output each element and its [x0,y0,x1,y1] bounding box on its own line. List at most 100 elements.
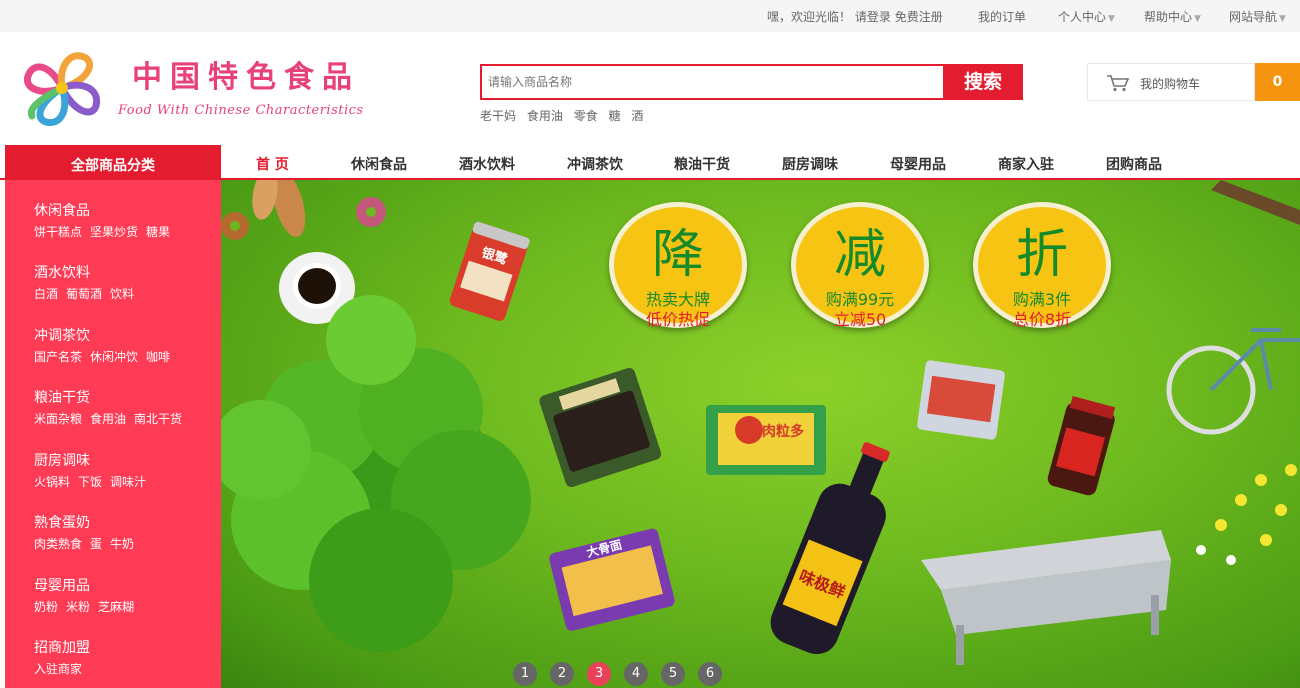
register-link[interactable]: 免费注册 [895,10,943,24]
hot-word[interactable]: 酒 [631,109,643,123]
mushroom-bag-icon [539,367,662,488]
search-button[interactable]: 搜索 [943,64,1023,100]
category-title[interactable]: 休闲食品 [34,200,214,220]
subcategory-link[interactable]: 葡萄酒 [66,287,102,301]
logo-title-cn: 中国特色食品 [132,60,360,95]
category-title[interactable]: 母婴用品 [34,575,214,595]
category-item: 厨房调味 火锅料 下饭 调味汁 [34,450,214,490]
my-orders-label: 我的订单 [978,10,1027,24]
subcategory-link[interactable]: 奶粉 [34,600,58,614]
subcategory-link[interactable]: 糖果 [146,225,170,239]
welcome-text: 嘿，欢迎光临！ [767,10,852,24]
subcategory-link[interactable]: 米粉 [66,600,90,614]
subcategory-link[interactable]: 咖啡 [146,350,170,364]
category-item: 冲调茶饮 国产名茶 休闲冲饮 咖啡 [34,325,214,365]
subcategory-link[interactable]: 芝麻糊 [98,600,134,614]
promo-badge-off[interactable]: 折 购满3件 总价8折 [973,202,1111,329]
subcategory-link[interactable]: 白酒 [34,287,58,301]
subcategory-link[interactable]: 国产名茶 [34,350,82,364]
nav-item-baby[interactable]: 母婴用品 [890,154,946,174]
hot-word[interactable]: 老干妈 [480,109,516,123]
hot-word[interactable]: 食用油 [527,109,563,123]
category-item: 粮油干货 米面杂粮 食用油 南北干货 [34,387,214,427]
flower-logo-icon[interactable] [22,46,102,130]
mint-plant-icon [221,295,531,652]
category-title[interactable]: 冲调茶饮 [34,325,214,345]
category-title[interactable]: 粮油干货 [34,387,214,407]
hot-words: 老干妈 食用油 零食 糖 酒 [480,107,650,124]
caret-down-icon: ▼ [1108,14,1115,24]
promo-line2: 低价热促 [645,310,710,329]
login-link[interactable]: 请登录 [855,10,891,24]
promo-badge-reduce[interactable]: 减 购满99元 立减50 [791,202,929,329]
cart-label: 我的购物车 [1140,77,1201,91]
logo-title-en: Food With Chinese Characteristics [118,103,364,118]
subcategory-link[interactable]: 牛奶 [110,537,134,551]
cart-count-badge[interactable]: 0 [1255,63,1300,101]
promo-line2: 总价8折 [1012,310,1072,329]
user-center-label: 个人中心 [1058,10,1107,24]
slide-dot-6[interactable]: 6 [698,662,722,686]
slide-dot-4[interactable]: 4 [624,662,648,686]
subcategory-link[interactable]: 休闲冲饮 [90,350,138,364]
category-item: 招商加盟 入驻商家 [34,637,214,677]
nav-item-tea[interactable]: 冲调茶饮 [567,154,623,174]
user-center-menu[interactable]: 个人中心 ▼ [1058,8,1115,25]
my-orders-link[interactable]: 我的订单 [978,8,1026,25]
shopping-cart-icon [1107,75,1130,92]
all-categories-header[interactable]: 全部商品分类 [5,145,221,180]
cart-button[interactable]: 我的购物车 [1087,63,1255,101]
site-nav-menu[interactable]: 网站导航 ▼ [1229,8,1286,25]
subcategory-link[interactable]: 蛋 [90,537,102,551]
slide-dot-2[interactable]: 2 [550,662,574,686]
noodle-pack-icon: 大骨面 [549,528,675,631]
promo-line2: 立减50 [833,310,887,329]
chili-sauce-jar-icon [1047,396,1116,496]
hot-word[interactable]: 糖 [609,109,621,123]
subcategory-link[interactable]: 南北干货 [134,412,182,426]
bench-icon [921,530,1171,665]
subcategory-link[interactable]: 入驻商家 [34,662,82,676]
caret-down-icon: ▼ [1279,14,1286,24]
promo-big-text: 折 [1015,225,1068,285]
bicycle-icon [1166,328,1300,435]
nav-item-group-buy[interactable]: 团购商品 [1106,154,1162,174]
subcategory-link[interactable]: 调味汁 [110,475,146,489]
banner-illustration: 银鹭 肉粒多 大骨面 味极鲜 [221,180,1300,665]
subcategory-link[interactable]: 肉类熟食 [34,537,82,551]
hero-banner[interactable]: 银鹭 肉粒多 大骨面 味极鲜 降 热卖大牌 低价热促 减 购满99元 立减50 … [221,180,1300,688]
top-bar: 嘿，欢迎光临！ 请登录 免费注册 我的订单 个人中心 ▼ 帮助中心 ▼ 网站导航 ▼ [0,0,1300,32]
nav-item-home[interactable]: 首 页 [256,154,289,174]
category-title[interactable]: 酒水饮料 [34,262,214,282]
subcategory-link[interactable]: 坚果炒货 [90,225,138,239]
help-center-menu[interactable]: 帮助中心 ▼ [1144,8,1201,25]
search-box [480,64,944,100]
search-input[interactable] [482,66,944,98]
subcategory-link[interactable]: 食用油 [90,412,126,426]
subcategory-link[interactable]: 饼干糕点 [34,225,82,239]
subcategory-link[interactable]: 下饭 [78,475,102,489]
hot-word[interactable]: 零食 [574,109,598,123]
nav-item-grain-oil[interactable]: 粮油干货 [674,154,730,174]
nav-item-merchant[interactable]: 商家入驻 [998,154,1054,174]
category-title[interactable]: 厨房调味 [34,450,214,470]
nav-item-snacks[interactable]: 休闲食品 [351,154,407,174]
category-item: 母婴用品 奶粉 米粉 芝麻糊 [34,575,214,615]
bread-icon [252,180,306,238]
subcategory-link[interactable]: 火锅料 [34,475,70,489]
nav-item-kitchen[interactable]: 厨房调味 [782,154,838,174]
slide-dot-3[interactable]: 3 [587,662,611,686]
promo-badge-discount[interactable]: 降 热卖大牌 低价热促 [609,202,747,329]
meat-snack-label: 肉粒多 [762,423,804,440]
category-item: 熟食蛋奶 肉类熟食蛋牛奶 [34,512,214,552]
slide-dot-5[interactable]: 5 [661,662,685,686]
category-title[interactable]: 招商加盟 [34,637,214,657]
slide-dot-1[interactable]: 1 [513,662,537,686]
nav-item-drinks[interactable]: 酒水饮料 [459,154,515,174]
subcategory-link[interactable]: 米面杂粮 [34,412,82,426]
site-nav-label: 网站导航 [1229,10,1278,24]
category-title[interactable]: 熟食蛋奶 [34,512,214,532]
caret-down-icon: ▼ [1194,14,1201,24]
category-item: 休闲食品 饼干糕点 坚果炒货 糖果 [34,200,214,240]
subcategory-link[interactable]: 饮料 [110,287,134,301]
